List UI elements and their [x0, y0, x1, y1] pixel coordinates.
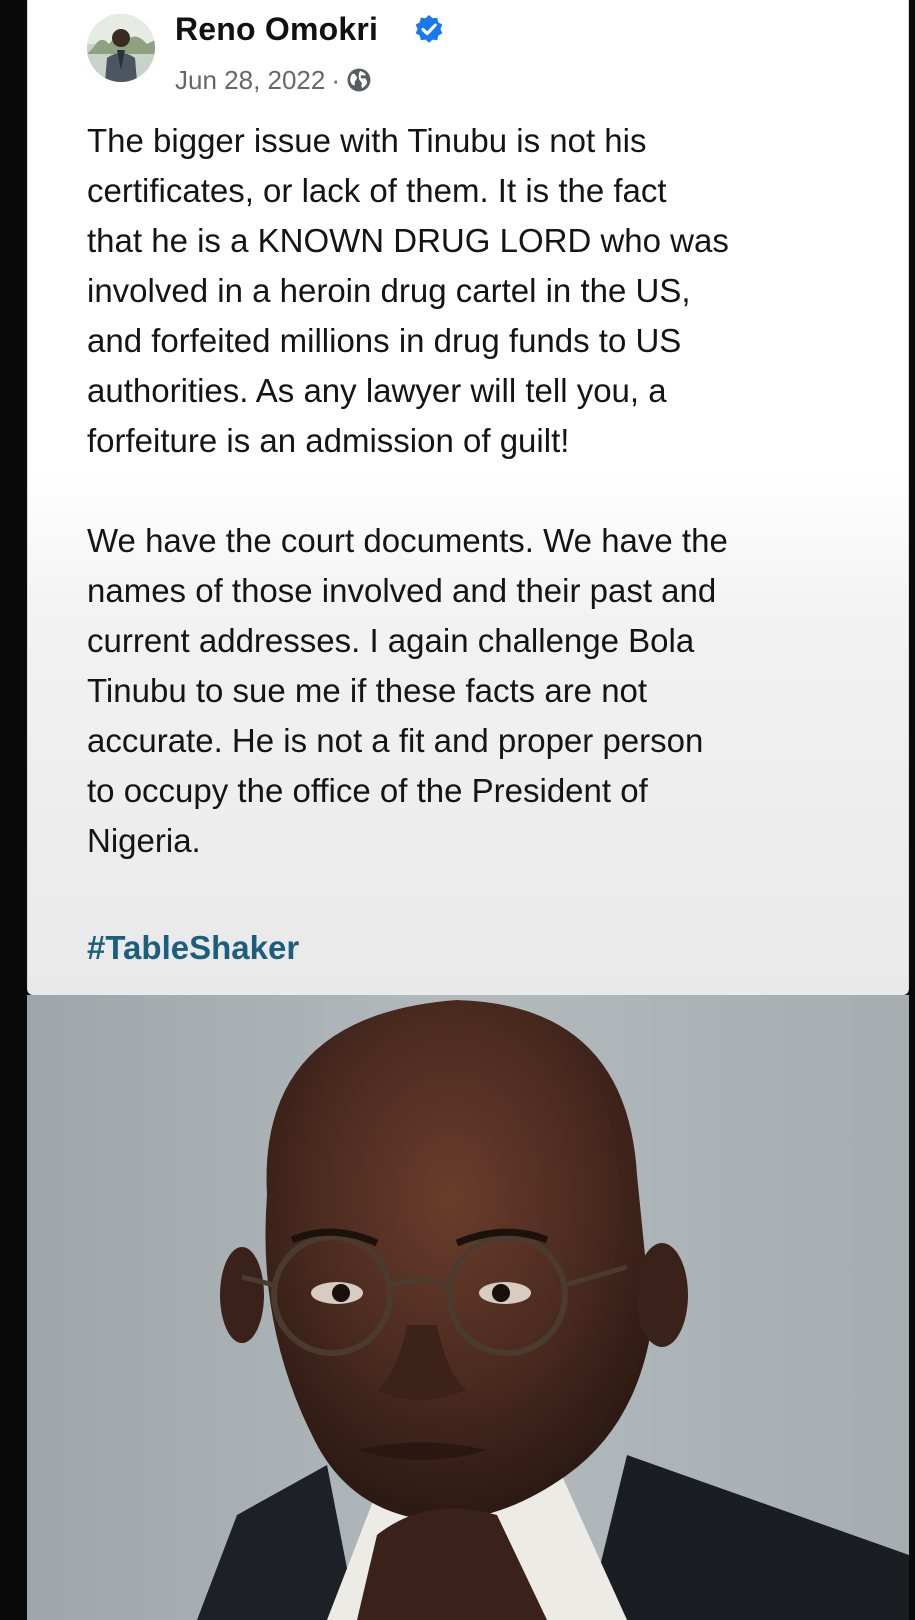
post-body: The bigger issue with Tinubu is not his …: [87, 116, 877, 866]
post-card: Reno Omokri Jun 28, 2022 · The bigger is…: [27, 0, 909, 995]
meta-separator: ·: [331, 65, 341, 95]
author-avatar[interactable]: [87, 14, 155, 82]
post-paragraph-2: We have the court documents. We have the…: [87, 522, 728, 859]
post-photo[interactable]: [27, 995, 909, 1620]
globe-icon[interactable]: [346, 67, 372, 93]
post-paragraph-1: The bigger issue with Tinubu is not his …: [87, 122, 729, 459]
portrait-image: [27, 995, 909, 1620]
right-border: [909, 0, 915, 1620]
avatar-image: [87, 14, 155, 82]
screen: Reno Omokri Jun 28, 2022 · The bigger is…: [0, 0, 915, 1620]
verified-badge-icon: [415, 15, 443, 43]
left-border: [0, 0, 27, 1620]
post-meta: Jun 28, 2022 ·: [175, 62, 372, 98]
hashtag-link[interactable]: #TableShaker: [87, 926, 299, 970]
author-name[interactable]: Reno Omokri: [175, 9, 378, 49]
post-date[interactable]: Jun 28, 2022: [175, 63, 325, 97]
